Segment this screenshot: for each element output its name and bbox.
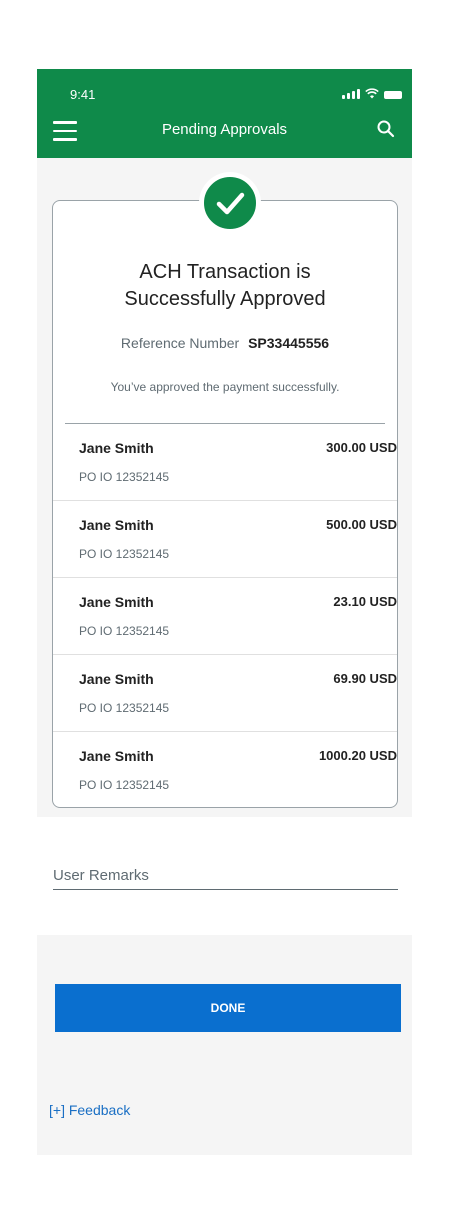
transaction-amount: 23.10 USD [333,594,397,609]
po-reference: PO IO 12352145 [79,547,170,561]
po-reference: PO IO 12352145 [79,470,170,484]
success-title-line2: Successfully Approved [124,288,326,310]
reference-number: Reference Number SP33445556 [52,335,398,351]
approval-message: You’ve approved the payment successfully… [110,380,340,394]
user-remarks-section: User Remarks [37,817,412,935]
user-remarks-input[interactable]: User Remarks [53,867,149,884]
po-reference: PO IO 12352145 [79,701,170,715]
transaction-amount: 500.00 USD [326,517,397,532]
payee-name: Jane Smith [79,671,154,687]
transaction-amount: 300.00 USD [326,440,397,455]
input-underline [53,889,398,890]
transaction-row[interactable]: Jane Smith 300.00 USD PO IO 12352145 [53,424,397,501]
payee-name: Jane Smith [79,440,154,456]
reference-label: Reference Number [120,335,240,351]
transaction-amount: 1000.20 USD [318,748,397,763]
app-header: 9:41 Pending Approvals [37,69,412,158]
transaction-amount: 69.90 USD [333,671,397,686]
reference-value: SP33445556 [248,335,330,351]
checkmark-icon [200,173,260,233]
status-time: 9:41 [70,87,96,102]
payee-name: Jane Smith [79,748,154,764]
po-reference: PO IO 12352145 [79,624,170,638]
payee-name: Jane Smith [79,594,154,610]
success-title-line1: ACH Transaction is [139,261,311,283]
success-title: ACH Transaction is Successfully Approved [52,259,398,313]
transaction-row[interactable]: Jane Smith 23.10 USD PO IO 12352145 [53,578,397,655]
battery-icon [384,91,402,99]
payee-name: Jane Smith [79,517,154,533]
transaction-row[interactable]: Jane Smith 500.00 USD PO IO 12352145 [53,501,397,578]
search-icon[interactable] [376,119,396,139]
transaction-row[interactable]: Jane Smith 69.90 USD PO IO 12352145 [53,655,397,732]
wifi-icon [365,88,379,99]
po-reference: PO IO 12352145 [79,778,170,792]
transaction-row[interactable]: Jane Smith 1000.20 USD PO IO 12352145 [53,732,397,809]
transaction-list: Jane Smith 300.00 USD PO IO 12352145 Jan… [53,424,397,809]
feedback-link[interactable]: [+] Feedback [49,1102,130,1118]
done-button[interactable]: DONE [55,984,401,1032]
page-title: Pending Approvals [161,121,288,138]
phone-screen: 9:41 Pending Approvals ACH Transaction i… [37,69,412,1155]
status-icons [342,88,402,99]
signal-icon [342,89,360,99]
